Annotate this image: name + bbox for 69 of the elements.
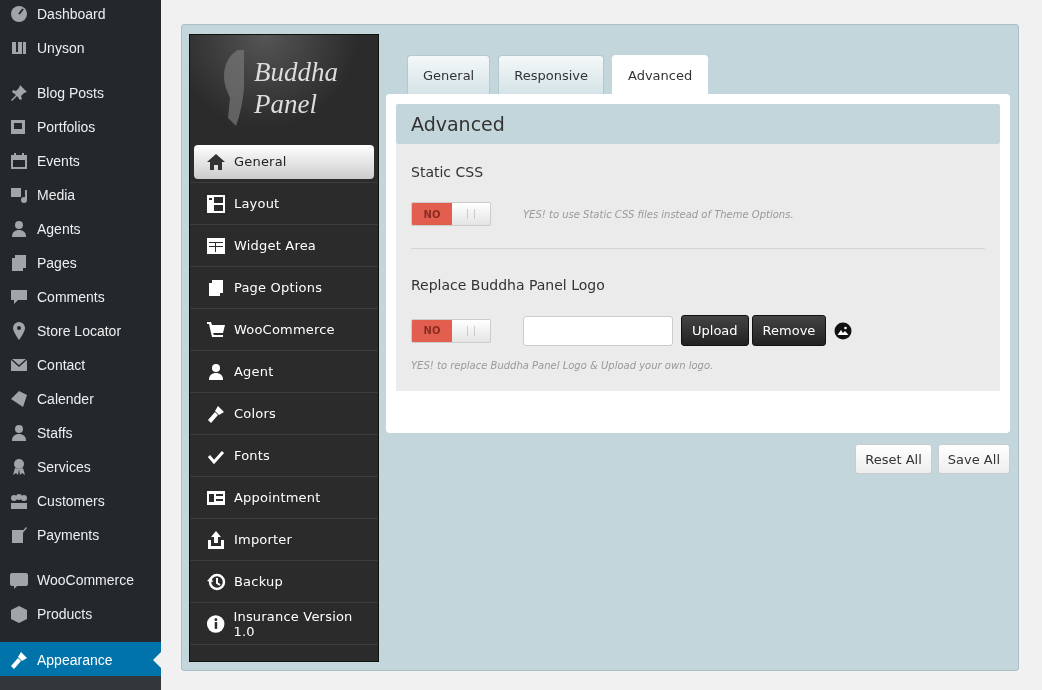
logo-text: Panel	[254, 88, 318, 120]
panel-nav-item[interactable]: Backup	[194, 564, 374, 599]
sidebar-item[interactable]: Store Locator	[0, 314, 161, 348]
sidebar-item[interactable]: Services	[0, 450, 161, 484]
panel-nav-item[interactable]: General	[194, 144, 374, 179]
sidebar-item[interactable]: Media	[0, 178, 161, 212]
sidebar-item[interactable]: Pages	[0, 246, 161, 280]
pages-icon	[9, 253, 29, 273]
logo-text: Buddha	[254, 56, 338, 88]
action-button[interactable]: Save All	[937, 444, 1010, 474]
box-icon	[9, 604, 29, 624]
upload-icon	[206, 529, 226, 550]
sidebar-item[interactable]: Events	[0, 144, 161, 178]
layout-icon	[206, 193, 226, 214]
panel-nav-item[interactable]: Importer	[194, 522, 374, 557]
speech-bubble-icon	[9, 287, 29, 307]
upload-button[interactable]: Upload	[681, 315, 749, 346]
sidebar-item[interactable]: Unyson	[0, 31, 161, 65]
pages-icon	[206, 277, 226, 298]
person-icon	[206, 361, 226, 382]
grid-icon	[206, 235, 226, 256]
person-icon	[9, 423, 29, 443]
person-icon	[9, 219, 29, 239]
tab[interactable]: General	[407, 55, 491, 94]
sidebar-item[interactable]: Portfolios	[0, 110, 161, 144]
panel-nav-item[interactable]: Colors	[194, 396, 374, 431]
sidebar-item[interactable]: Payments	[0, 518, 161, 552]
image-icon	[834, 321, 853, 340]
option-description: YES! to replace Buddha Panel Logo & Upload your own logo.	[411, 360, 715, 371]
panel-nav-item[interactable]: Page Options	[194, 270, 374, 305]
tab[interactable]: Advanced	[612, 55, 709, 94]
home-icon	[206, 151, 226, 172]
action-button[interactable]: Reset All	[855, 444, 932, 474]
history-icon	[206, 571, 226, 592]
cart-icon	[206, 319, 226, 340]
sidebar-item[interactable]: Dashboard	[0, 0, 161, 31]
option-title: Static CSS	[411, 164, 485, 180]
tab[interactable]: Responsive	[498, 55, 604, 94]
panel-nav-item[interactable]: WooCommerce	[194, 312, 374, 347]
panel-nav-item[interactable]: Agent	[194, 354, 374, 389]
panel-nav-item[interactable]: Layout	[194, 186, 374, 221]
brush-icon	[9, 649, 29, 670]
sidebar-item[interactable]: Blog Posts	[0, 76, 161, 110]
option-description: YES! to use Static CSS files instead of Theme Options.	[523, 208, 794, 220]
info-icon	[206, 613, 226, 634]
option-title: Replace Buddha Panel Logo	[411, 277, 606, 293]
sidebar-item[interactable]: Appearance	[0, 642, 161, 677]
calendar-icon	[9, 151, 29, 171]
upload-button[interactable]: Remove	[751, 315, 827, 346]
people-icon	[9, 491, 29, 511]
media-icon	[9, 185, 29, 205]
sidebar-item[interactable]: Customers	[0, 484, 161, 518]
sidebar-item[interactable]: Staffs	[0, 416, 161, 450]
panel-nav-item[interactable]: Insurance Version 1.0	[194, 606, 374, 641]
panel-nav-item[interactable]: Appointment	[194, 480, 374, 515]
sidebar-item[interactable]: Comments	[0, 280, 161, 314]
sidebar-item[interactable]: Agents	[0, 212, 161, 246]
panel-nav-item[interactable]: Fonts	[194, 438, 374, 473]
pin-icon	[9, 83, 29, 103]
logo-url-field[interactable]	[523, 315, 673, 346]
sidebar-item[interactable]: Contact	[0, 348, 161, 382]
sidebar-item[interactable]: Products	[0, 597, 161, 631]
brush-icon	[206, 403, 226, 424]
edit-icon	[9, 525, 29, 545]
section-title: Advanced	[396, 104, 1000, 144]
gauge-icon	[9, 4, 29, 24]
panel-nav-item[interactable]: Widget Area	[194, 228, 374, 263]
sidebar-item[interactable]: Calender	[0, 382, 161, 416]
sidebar-item[interactable]: WooCommerce	[0, 563, 161, 597]
